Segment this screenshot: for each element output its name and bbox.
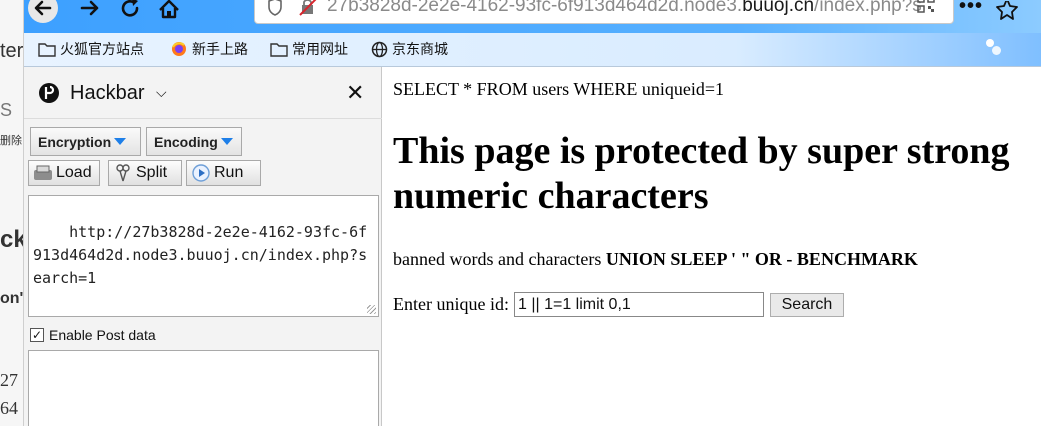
run-button[interactable]: Run: [186, 160, 261, 186]
run-label: Run: [214, 164, 244, 181]
hackbar-sidebar: Hackbar ⌵ ✕ Encryption Encoding Load Spl…: [24, 67, 382, 426]
qr-code-icon[interactable]: [917, 0, 935, 18]
post-data-textarea[interactable]: [28, 350, 379, 426]
bookmark-item[interactable]: 京东商城: [370, 39, 448, 59]
unique-id-label: Enter unique id:: [393, 294, 509, 314]
encryption-dropdown[interactable]: Encryption: [30, 127, 141, 156]
play-icon: [191, 164, 211, 182]
encryption-label: Encryption: [38, 133, 112, 150]
banned-list: UNION SLEEP ' " OR - BENCHMARK: [605, 249, 918, 269]
bg-fragment: ckb: [0, 226, 23, 253]
bookmark-item[interactable]: 新手上路: [170, 39, 248, 59]
bookmark-item[interactable]: 火狐官方站点: [38, 39, 144, 59]
bg-fragment: on': [0, 290, 24, 307]
load-button[interactable]: Load: [28, 160, 100, 186]
search-form: Enter unique id: Search: [393, 292, 844, 317]
decorative-bubble: [992, 46, 1001, 55]
chevron-down-icon[interactable]: ⌵: [156, 84, 167, 101]
dropdown-arrow-icon: [220, 138, 233, 145]
bookmark-label: 京东商城: [392, 42, 448, 58]
search-button[interactable]: Search: [769, 292, 844, 317]
resize-grip-icon[interactable]: [367, 305, 376, 314]
load-icon: [33, 164, 53, 182]
split-button[interactable]: Split: [108, 160, 182, 186]
home-icon: [159, 0, 179, 19]
folder-icon: [38, 41, 56, 57]
bg-fragment: 27: [0, 370, 18, 390]
close-sidebar-button[interactable]: ✕: [346, 80, 364, 106]
sidebar-title[interactable]: Hackbar: [70, 82, 144, 105]
banned-words-text: banned words and characters UNION SLEEP …: [393, 249, 918, 270]
bookmark-item[interactable]: 常用网址: [270, 39, 348, 59]
split-label: Split: [136, 164, 168, 181]
checkmark-icon: ✓: [31, 328, 43, 342]
bookmark-label: 新手上路: [192, 42, 248, 58]
insecure-lock-icon: [299, 0, 317, 22]
reload-icon: [121, 0, 139, 17]
bg-fragment: ter: [0, 40, 24, 62]
back-button[interactable]: [28, 0, 58, 24]
url-bar[interactable]: 27b3828d-2e2e-4162-93fc-6f913d464d2d.nod…: [254, 0, 954, 24]
load-label: Load: [56, 164, 92, 181]
browser-toolbar: 27b3828d-2e2e-4162-93fc-6f913d464d2d.nod…: [24, 0, 1041, 33]
decorative-bubble: [986, 39, 994, 47]
page-heading: This page is protected by super strong n…: [393, 130, 1010, 217]
back-arrow-icon: [28, 0, 58, 23]
hackbar-logo-icon: [39, 83, 59, 103]
encoding-dropdown[interactable]: Encoding: [146, 127, 242, 156]
enable-post-row[interactable]: ✓ Enable Post data: [30, 327, 156, 343]
background-window-strip: ter S 删除 ckb on' 27 64: [0, 0, 24, 426]
sidebar-header: Hackbar ⌵ ✕: [24, 67, 382, 119]
url-text: 27b3828d-2e2e-4162-93fc-6f913d464d2d.nod…: [327, 0, 922, 16]
url-textarea[interactable]: http://27b3828d-2e2e-4162-93fc-6f913d464…: [28, 195, 379, 317]
forward-button[interactable]: [76, 0, 106, 24]
star-icon: [996, 1, 1018, 20]
url-textarea-value: http://27b3828d-2e2e-4162-93fc-6f913d464…: [33, 223, 368, 287]
dropdown-arrow-icon: [114, 138, 127, 145]
bookmark-label: 常用网址: [292, 42, 348, 58]
bg-fragment-icon: S: [0, 100, 13, 120]
unique-id-input[interactable]: [513, 292, 764, 317]
split-icon: [113, 164, 133, 182]
enable-post-label: Enable Post data: [49, 327, 156, 343]
bookmark-star-button[interactable]: [992, 0, 1022, 24]
more-horizontal-icon: •••: [958, 0, 983, 17]
bookmarks-bar: 火狐官方站点 新手上路 常用网址 京东商城: [24, 33, 1041, 67]
reload-button[interactable]: [116, 0, 146, 24]
firefox-icon: [170, 41, 188, 57]
page-content: SELECT * FROM users WHERE uniqueid=1 Thi…: [393, 67, 1041, 426]
bookmark-label: 火狐官方站点: [60, 42, 144, 58]
globe-icon: [370, 41, 388, 57]
sql-query-text: SELECT * FROM users WHERE uniqueid=1: [393, 79, 724, 99]
shield-icon: [267, 0, 283, 22]
banned-prefix: banned words and characters: [393, 249, 606, 269]
bg-fragment: 删除: [0, 135, 22, 147]
forward-arrow-icon: [80, 0, 99, 16]
page-actions-button[interactable]: •••: [956, 0, 986, 24]
bg-fragment: 64: [0, 398, 18, 418]
folder-icon: [270, 41, 288, 57]
home-button[interactable]: [154, 0, 184, 24]
enable-post-checkbox[interactable]: ✓: [30, 328, 44, 342]
encoding-label: Encoding: [154, 133, 218, 150]
